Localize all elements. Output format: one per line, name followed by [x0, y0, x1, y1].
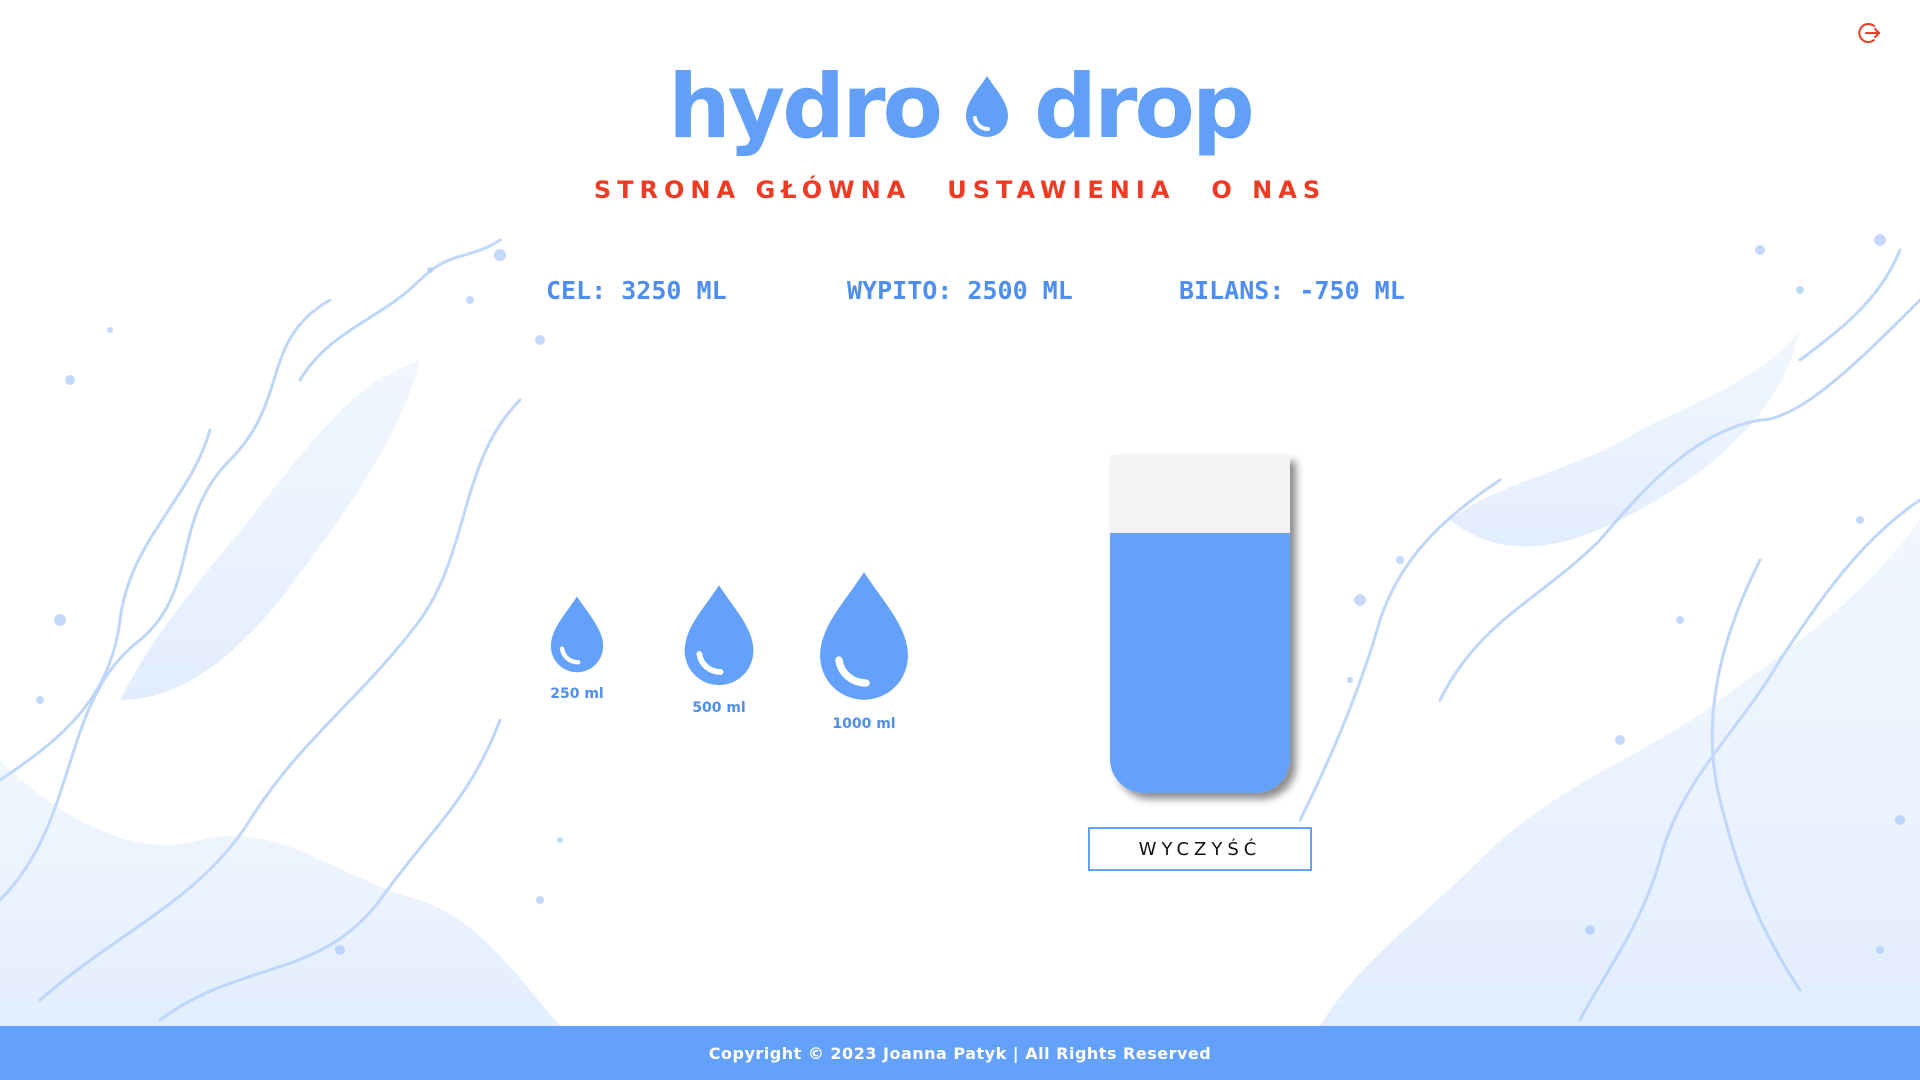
logo-word-hydro: hydro — [668, 55, 943, 158]
water-glass — [1110, 455, 1290, 793]
stats-bar: CEL: 3250 ML WYPITO: 2500 ML BILANS: -75… — [0, 276, 1920, 316]
drop-label: 1000 ml — [832, 716, 896, 732]
water-drop-icon — [684, 585, 754, 686]
logo-word-drop: drop — [1034, 55, 1255, 158]
water-level — [1110, 532, 1290, 793]
logout-button[interactable] — [1855, 20, 1881, 46]
water-splash-background — [0, 234, 1920, 1026]
clear-button[interactable]: WYCZYŚĆ — [1088, 827, 1312, 871]
logout-icon — [1858, 23, 1880, 43]
footer: Copyright © 2023 Joanna Patyk | All Righ… — [0, 1026, 1920, 1080]
copyright-text: Copyright © 2023 Joanna Patyk | All Righ… — [708, 1043, 1212, 1063]
nav-home[interactable]: STRONA GŁÓWNA — [594, 176, 911, 204]
drop-buttons: 250 ml 500 ml 1000 ml — [530, 560, 950, 760]
nav-settings[interactable]: USTAWIENIA — [947, 176, 1175, 204]
nav-about[interactable]: O NAS — [1211, 176, 1326, 204]
add-1000-button[interactable]: 1000 ml — [810, 568, 918, 732]
water-drop-icon — [966, 76, 1008, 137]
goal-stat: CEL: 3250 ML — [546, 276, 727, 305]
app-logo: hydro drop — [0, 52, 1920, 162]
page: hydro drop STRONA GŁÓWNA USTAWIENIA O NA… — [0, 0, 1920, 1080]
main-nav: STRONA GŁÓWNA USTAWIENIA O NAS — [0, 176, 1920, 204]
drop-label: 500 ml — [692, 700, 746, 716]
drop-label: 250 ml — [550, 686, 604, 702]
water-drop-icon — [550, 596, 604, 673]
drunk-stat: WYPITO: 2500 ML — [847, 276, 1073, 305]
balance-stat: BILANS: -750 ML — [1179, 276, 1405, 305]
add-500-button[interactable]: 500 ml — [676, 582, 762, 716]
water-drop-icon — [820, 572, 908, 700]
add-250-button[interactable]: 250 ml — [544, 594, 610, 702]
